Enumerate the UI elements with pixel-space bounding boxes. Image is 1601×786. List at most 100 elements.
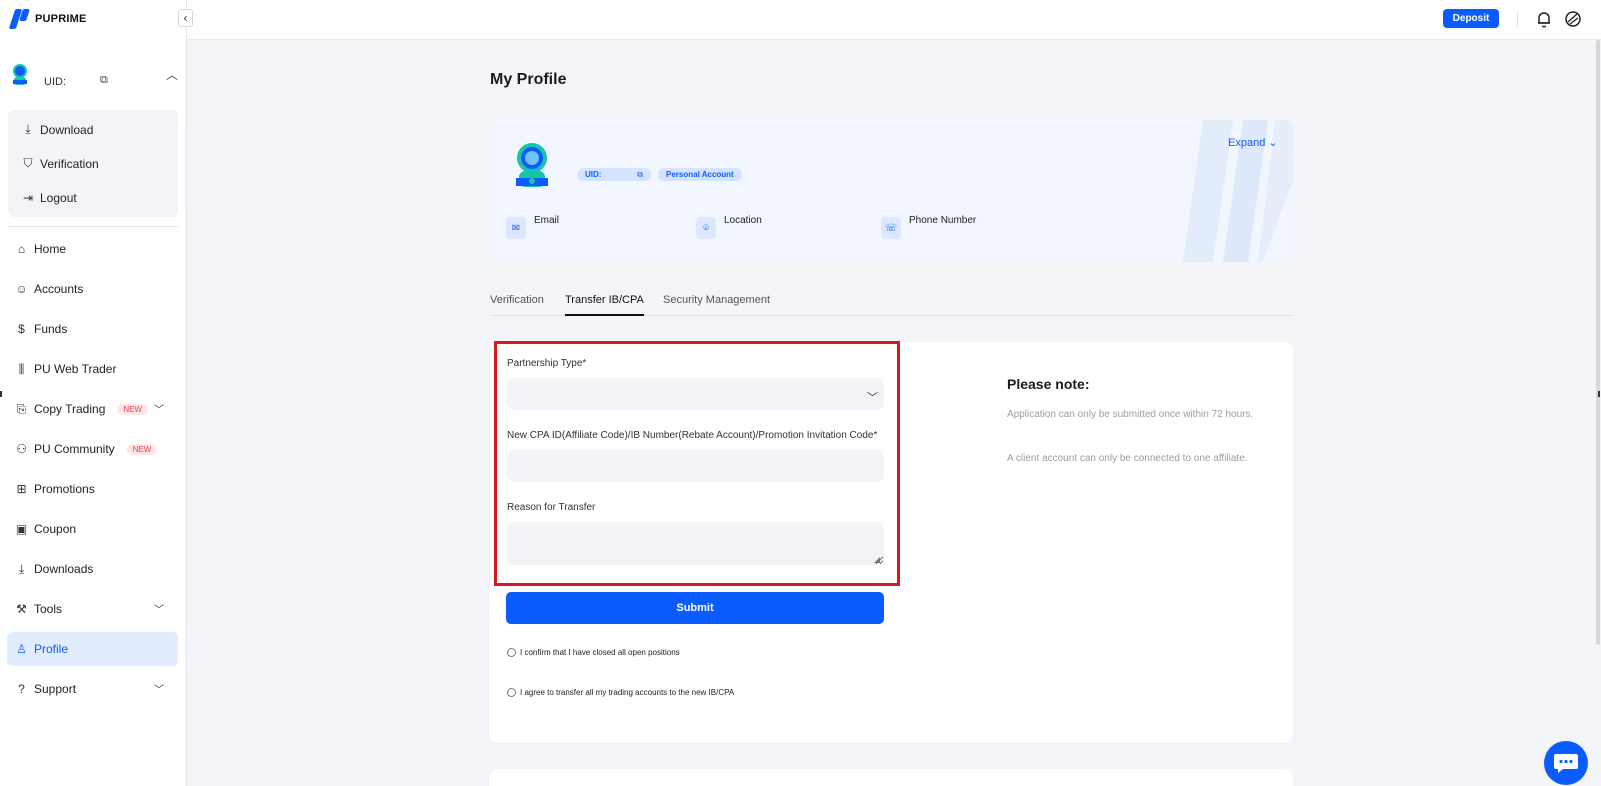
page-scrollbar[interactable] — [1596, 40, 1600, 645]
logout-icon: ⇥ — [22, 191, 34, 205]
confirm-positions-radio[interactable] — [507, 648, 516, 657]
chevron-down-icon[interactable]: ﹀ — [154, 401, 164, 416]
note-text-1: Application can only be submitted once w… — [1007, 409, 1254, 420]
sidebar-item-tools[interactable]: ⚒ Tools ﹀ — [7, 592, 178, 626]
download-icon: ⤓ — [18, 561, 25, 576]
expand-button[interactable]: Expand ⌄ — [1228, 136, 1278, 149]
confirm-positions-option[interactable]: I confirm that I have closed all open po… — [507, 648, 680, 657]
highlight-box — [494, 341, 900, 586]
dollar-circle-icon: $ — [18, 322, 25, 336]
sidebar-item-label: Downloads — [34, 562, 94, 576]
sidebar-item-copy-trading[interactable]: ⎘ Copy Trading NEW ﹀ — [7, 392, 178, 426]
user-circle-icon: ☺ — [15, 282, 28, 296]
email-label: Email — [534, 215, 560, 226]
copy-icon[interactable]: ⧉ — [637, 168, 643, 181]
user-menu-label: Download — [40, 122, 94, 137]
deposit-button[interactable]: Deposit — [1443, 9, 1499, 28]
question-circle-icon: ? — [18, 682, 25, 696]
sidebar-item-label: Accounts — [34, 282, 84, 296]
right-edge-marker — [1598, 391, 1600, 397]
copy-icon[interactable]: ⧉ — [100, 74, 108, 87]
sidebar-item-label: PU Web Trader — [34, 362, 117, 376]
phone-icon: ☏ — [881, 217, 901, 239]
sidebar: PUPRIME UID: ⧉ ︿ ⤓ Download ⛉ Verificati… — [0, 0, 187, 786]
coupon-icon: ▣ — [15, 522, 28, 536]
page-title: My Profile — [490, 71, 567, 88]
sidebar-item-profile[interactable]: ♙ Profile — [7, 632, 178, 666]
location-label: Location — [724, 215, 762, 226]
sidebar-item-support[interactable]: ? Support ﹀ — [7, 672, 178, 706]
wrench-icon: ⚒ — [16, 602, 27, 616]
download-icon: ⤓ — [25, 122, 31, 136]
uid-pill: UID: ⧉ — [577, 168, 651, 181]
tab-verification[interactable]: Verification — [490, 294, 544, 316]
expand-label: Expand — [1228, 137, 1266, 149]
sidebar-item-promotions[interactable]: ⊞ Promotions — [7, 472, 178, 506]
sidebar-item-label: Promotions — [34, 482, 95, 496]
brand-name: PUPRIME — [35, 13, 87, 25]
user-menu-logout[interactable]: ⇥ Logout — [22, 191, 77, 205]
sidebar-item-label: Funds — [34, 322, 68, 336]
sidebar-item-funds[interactable]: $ Funds — [7, 312, 178, 346]
chevron-up-icon[interactable]: ︿ — [166, 66, 178, 83]
tab-transfer-ib-cpa[interactable]: Transfer IB/CPA — [565, 294, 644, 316]
chevron-down-icon: ⌄ — [1268, 137, 1278, 149]
agree-transfer-text: I agree to transfer all my trading accou… — [520, 688, 735, 697]
sidebar-divider — [8, 226, 178, 227]
astronaut-avatar-icon — [13, 64, 27, 85]
sidebar-item-label: Coupon — [34, 522, 77, 536]
sidebar-item-web-trader[interactable]: ⫼ PU Web Trader — [7, 352, 178, 386]
profile-tabs: Verification Transfer IB/CPA Security Ma… — [490, 294, 1293, 316]
sidebar-item-home[interactable]: ⌂ Home — [7, 232, 178, 266]
copy-trading-icon: ⎘ — [16, 401, 27, 416]
note-text-2: A client account can only be connected t… — [1007, 453, 1248, 464]
profile-card: Expand ⌄ UID: ⧉ Personal Account ✉ Email… — [490, 120, 1293, 262]
sidebar-item-downloads[interactable]: ⤓ Downloads — [7, 552, 178, 586]
agree-transfer-option[interactable]: I agree to transfer all my trading accou… — [507, 688, 734, 697]
gift-icon: ⊞ — [16, 482, 27, 496]
agree-transfer-radio[interactable] — [507, 688, 516, 697]
sidebar-item-label: Tools — [34, 602, 63, 616]
new-badge: NEW — [126, 443, 158, 455]
confirm-positions-text: I confirm that I have closed all open po… — [520, 648, 680, 657]
language-icon[interactable] — [1564, 10, 1582, 28]
chat-bubble-icon — [1554, 754, 1578, 773]
user-menu: ⤓ Download ⛉ Verification ⇥ Logout — [8, 110, 178, 217]
location-pin-icon: ⌾ — [696, 217, 716, 239]
sidebar-item-label: Profile — [34, 642, 69, 656]
community-icon: ⚇ — [16, 442, 27, 456]
user-menu-label: Verification — [40, 156, 99, 171]
top-bar — [187, 0, 1601, 40]
left-edge-marker — [0, 391, 2, 397]
email-icon: ✉ — [506, 217, 526, 239]
sidebar-item-accounts[interactable]: ☺ Accounts — [7, 272, 178, 306]
chevron-down-icon[interactable]: ﹀ — [154, 681, 164, 696]
sidebar-item-label: Support — [34, 682, 77, 696]
submit-button[interactable]: Submit — [506, 592, 884, 624]
chevron-down-icon[interactable]: ﹀ — [154, 601, 164, 616]
next-section-card — [490, 769, 1293, 786]
sidebar-item-community[interactable]: ⚇ PU Community NEW — [7, 432, 178, 466]
user-menu-verification[interactable]: ⛉ Verification — [22, 156, 99, 171]
topbar-separator — [1517, 11, 1518, 27]
chevron-left-icon: ‹ — [183, 11, 188, 25]
home-icon: ⌂ — [17, 242, 26, 256]
sidebar-nav: ⌂ Home ☺ Accounts $ Funds ⫼ PU Web Trade… — [7, 232, 178, 712]
user-menu-download[interactable]: ⤓ Download — [22, 122, 93, 137]
user-summary[interactable]: UID: ⧉ ︿ — [8, 60, 180, 96]
uid-label: UID: — [585, 170, 602, 179]
sidebar-item-label: Copy Trading — [34, 402, 106, 416]
person-icon: ♙ — [16, 642, 27, 656]
tab-security-management[interactable]: Security Management — [663, 294, 770, 316]
user-uid-label: UID: — [44, 76, 66, 88]
candlestick-icon: ⫼ — [18, 361, 25, 376]
brand-logo[interactable]: PUPRIME — [8, 9, 87, 29]
sidebar-item-label: Home — [34, 242, 67, 256]
bell-icon[interactable] — [1535, 10, 1553, 28]
sidebar-item-label: PU Community — [34, 442, 115, 456]
shield-check-icon: ⛉ — [23, 156, 33, 170]
account-type-badge: Personal Account — [658, 168, 742, 181]
live-chat-button[interactable] — [1544, 741, 1588, 785]
sidebar-item-coupon[interactable]: ▣ Coupon — [7, 512, 178, 546]
collapse-sidebar-button[interactable]: ‹ — [178, 9, 193, 27]
